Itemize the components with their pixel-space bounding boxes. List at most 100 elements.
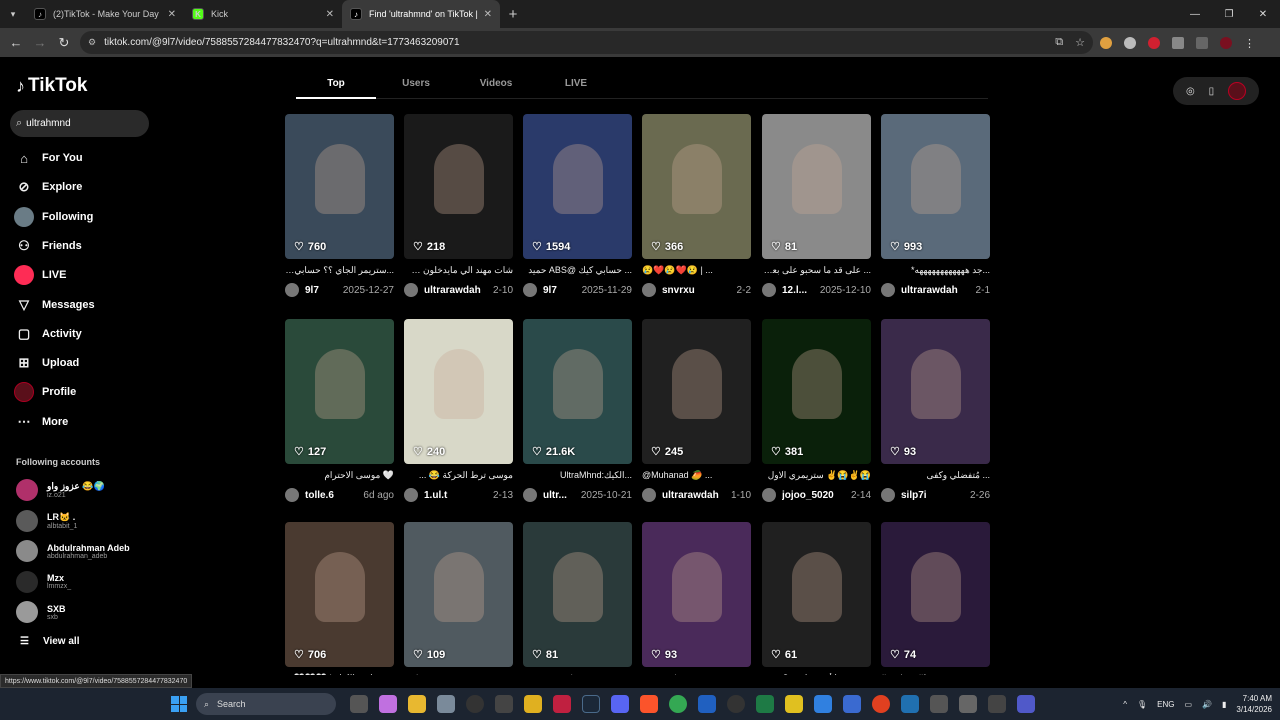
video-thumbnail[interactable]: ♡ 760 xyxy=(285,114,394,259)
video-caption[interactable]: ...جد ههههههههههههه* xyxy=(881,265,990,276)
app-icon-2[interactable] xyxy=(524,695,542,713)
language-indicator[interactable]: ENG xyxy=(1157,700,1174,709)
volume-icon[interactable]: 🔊 xyxy=(1202,700,1212,709)
brave-icon[interactable] xyxy=(640,695,658,713)
nav-item-activity[interactable]: ▢ Activity xyxy=(14,322,154,346)
nav-item-friends[interactable]: ⚇ Friends xyxy=(14,234,154,258)
creator-avatar[interactable] xyxy=(642,488,656,502)
creator-username[interactable]: ultrarawdah xyxy=(662,490,731,501)
teams-icon[interactable] xyxy=(1017,695,1035,713)
creator-avatar[interactable] xyxy=(523,283,537,297)
new-tab-button[interactable]: + xyxy=(500,6,526,23)
tab-close-icon[interactable]: ✕ xyxy=(484,9,492,20)
creator-username[interactable]: ultr... xyxy=(543,490,581,501)
nav-item-upload[interactable]: ⊞ Upload xyxy=(14,351,154,375)
video-caption[interactable]: #explore #fyp ... xyxy=(881,673,990,675)
video-thumbnail[interactable]: ♡ 21.6K xyxy=(523,319,632,464)
restore-icon[interactable]: ❐ xyxy=(1212,0,1246,28)
video-thumbnail[interactable]: ♡ 245 xyxy=(642,319,751,464)
record-extension-icon[interactable] xyxy=(1148,36,1160,49)
video-caption[interactable]: ...حسابي بالكيك | 🤍🤍🤍 xyxy=(285,673,394,675)
creator-username[interactable]: 12.l... xyxy=(782,285,820,296)
profile-avatar-icon[interactable] xyxy=(1220,36,1232,49)
video-caption[interactable]: ...الكيك:UltraMhnd xyxy=(523,470,632,481)
creator-username[interactable]: jojoo_5020 xyxy=(782,490,851,501)
video-caption[interactable]: ...يوم هههههههههههه* xyxy=(642,673,751,675)
app-icon-8[interactable] xyxy=(872,695,890,713)
following-account-item[interactable]: Abdulrahman Adeb abdulrahman_adeb xyxy=(16,538,156,564)
bookmark-star-icon[interactable]: ☆ xyxy=(1075,36,1085,49)
video-thumbnail[interactable]: ♡ 218 xyxy=(404,114,513,259)
tab-users[interactable]: Users xyxy=(376,71,456,98)
app-icon-6[interactable] xyxy=(785,695,803,713)
creator-username[interactable]: silp7i xyxy=(901,490,970,501)
mic-icon[interactable]: 🎙 xyxy=(1137,700,1147,709)
close-window-icon[interactable]: ✕ xyxy=(1246,0,1280,28)
obs-icon[interactable] xyxy=(466,695,484,713)
settings-icon[interactable] xyxy=(437,695,455,713)
video-thumbnail[interactable]: ♡ 240 xyxy=(404,319,513,464)
video-thumbnail[interactable]: ♡ 1594 xyxy=(523,114,632,259)
video-thumbnail[interactable]: ♡ 109 xyxy=(404,522,513,667)
video-caption[interactable]: ... حسابي كيك @ABS حميد xyxy=(523,265,632,276)
shield-extension-icon[interactable] xyxy=(1124,36,1136,49)
creator-avatar[interactable] xyxy=(285,488,299,502)
tab-search-icon[interactable]: ▾ xyxy=(0,0,26,28)
app-icon-1[interactable] xyxy=(495,695,513,713)
app-icon-7[interactable] xyxy=(814,695,832,713)
battery-icon[interactable]: ▮ xyxy=(1222,700,1226,709)
following-account-item[interactable]: SXB sxb xyxy=(16,599,156,625)
tab-close-icon[interactable]: ✕ xyxy=(168,9,176,20)
view-all-link[interactable]: ☰ View all xyxy=(20,636,79,647)
tab-close-icon[interactable]: ✕ xyxy=(326,9,334,20)
browser-tab[interactable]: K Kick ✕ xyxy=(184,0,342,28)
creator-avatar[interactable] xyxy=(404,488,418,502)
app-icon-3[interactable] xyxy=(553,695,571,713)
video-caption[interactable]: شات مهند الي مايدخلون 😂 أقسم بالله افضل … xyxy=(404,265,513,276)
nav-item-profile[interactable]: Profile xyxy=(14,380,154,404)
network-icon[interactable]: ▭ xyxy=(1184,700,1192,709)
video-thumbnail[interactable]: ♡ 74 xyxy=(881,522,990,667)
creator-avatar[interactable] xyxy=(881,283,895,297)
video-thumbnail[interactable]: ♡ 61 xyxy=(762,522,871,667)
extension-icon[interactable] xyxy=(1100,36,1112,49)
tiktok-logo[interactable]: ♪ TikTok xyxy=(16,75,87,97)
tab-top[interactable]: Top xyxy=(296,71,376,99)
tab-videos[interactable]: Videos xyxy=(456,71,536,98)
site-info-icon[interactable]: ⚙ xyxy=(88,37,96,48)
nav-item-following[interactable]: Following xyxy=(14,205,154,229)
creator-username[interactable]: snvrxu xyxy=(662,285,737,296)
video-caption[interactable]: @Muhanad 🥭 ... xyxy=(642,470,751,481)
creator-avatar[interactable] xyxy=(523,488,537,502)
steam-icon[interactable] xyxy=(582,695,600,713)
video-thumbnail[interactable]: ♡ 81 xyxy=(523,522,632,667)
coins-icon[interactable]: ◎ xyxy=(1186,86,1195,97)
video-thumbnail[interactable]: ♡ 366 xyxy=(642,114,751,259)
browser-tab[interactable]: ♪ Find 'ultrahmnd' on TikTok | Tik ✕ xyxy=(342,0,500,28)
following-account-item[interactable]: LR🐱 . albtabit_1 xyxy=(16,508,156,534)
user-avatar[interactable] xyxy=(1228,82,1247,100)
creator-avatar[interactable] xyxy=(642,283,656,297)
taskbar-search[interactable]: ⌕ Search xyxy=(196,693,336,715)
creator-avatar[interactable] xyxy=(881,488,895,502)
video-caption[interactable]: ...ي عقده ههههههههههههه* xyxy=(404,673,513,675)
creator-avatar[interactable] xyxy=(285,283,299,297)
creator-username[interactable]: 9l7 xyxy=(543,285,582,296)
back-icon[interactable]: ← xyxy=(4,35,28,50)
browser-tab[interactable]: ♪ (2)TikTok - Make Your Day ✕ xyxy=(26,0,184,28)
video-thumbnail[interactable]: ♡ 81 xyxy=(762,114,871,259)
puzzle-icon[interactable] xyxy=(1172,36,1184,49)
reading-list-icon[interactable] xyxy=(1196,36,1208,49)
video-caption[interactable]: ... على قد ما سحبو على بعض xyxy=(762,265,871,276)
mail-icon[interactable] xyxy=(988,695,1006,713)
copilot-icon[interactable] xyxy=(379,695,397,713)
app-icon-5[interactable] xyxy=(727,695,745,713)
video-caption[interactable]: ...هههههههههههه* xyxy=(523,673,632,675)
creator-username[interactable]: ultrarawdah xyxy=(901,285,976,296)
video-thumbnail[interactable]: ♡ 706 xyxy=(285,522,394,667)
video-thumbnail[interactable]: ♡ 93 xyxy=(881,319,990,464)
video-caption[interactable]: 😭✌️😭✌️ ستريمري الاول xyxy=(762,470,871,481)
following-account-item[interactable]: Mzx lmmzx_ xyxy=(16,569,156,595)
address-bar[interactable]: ⚙ tiktok.com/@9l7/video/7588557284477832… xyxy=(80,31,1093,54)
install-app-icon[interactable]: ⧉ xyxy=(1055,36,1063,49)
